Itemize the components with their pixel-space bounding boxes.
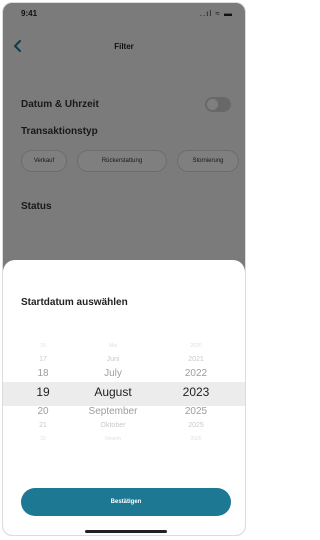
year-option[interactable]: 2020 — [161, 340, 231, 352]
day-option[interactable]: 17 — [21, 354, 65, 366]
day-wheel[interactable]: 16 17 18 19 20 21 22 — [21, 340, 65, 444]
year-option[interactable]: 2025 — [161, 420, 231, 432]
day-option[interactable]: 18 — [21, 368, 65, 380]
day-option-selected[interactable]: 19 — [21, 386, 65, 398]
year-option[interactable]: 2026 — [161, 433, 231, 445]
month-option[interactable]: Juni — [65, 354, 161, 366]
month-option[interactable]: Novem — [65, 433, 161, 445]
date-picker-sheet: Startdatum auswählen 16 17 18 19 20 21 2… — [3, 260, 245, 535]
month-wheel[interactable]: Mai Juni July August September Oktober N… — [65, 340, 161, 444]
day-option[interactable]: 16 — [21, 340, 65, 352]
phone-frame: 9:41 ..ıl ≈ ▬ Filter Datum & Uhrzeit Tra… — [2, 2, 246, 536]
sheet-title: Startdatum auswählen — [21, 297, 128, 308]
confirm-button[interactable]: Bestätigen — [21, 488, 231, 516]
year-option[interactable]: 2021 — [161, 354, 231, 366]
day-option[interactable]: 22 — [21, 433, 65, 445]
year-option-selected[interactable]: 2023 — [161, 386, 231, 398]
home-indicator — [85, 530, 167, 533]
month-option-selected[interactable]: August — [65, 386, 161, 398]
date-wheel: 16 17 18 19 20 21 22 Mai Juni July Augus… — [21, 340, 231, 444]
day-option[interactable]: 21 — [21, 420, 65, 432]
year-wheel[interactable]: 2020 2021 2022 2023 2025 2025 2026 — [161, 340, 231, 444]
year-option[interactable]: 2022 — [161, 368, 231, 380]
month-option[interactable]: Mai — [65, 340, 161, 352]
month-option[interactable]: Oktober — [65, 420, 161, 432]
month-option[interactable]: July — [65, 368, 161, 380]
month-option[interactable]: September — [65, 406, 161, 418]
day-option[interactable]: 20 — [21, 406, 65, 418]
year-option[interactable]: 2025 — [161, 406, 231, 418]
